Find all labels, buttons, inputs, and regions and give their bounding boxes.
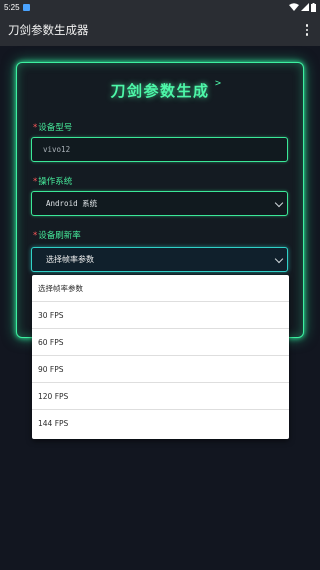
refresh-rate-select[interactable]: 选择帧率参数 xyxy=(31,247,288,272)
required-mark: * xyxy=(33,177,38,187)
os-label-text: 操作系统 xyxy=(38,177,73,187)
device-model-value: vivo12 xyxy=(43,145,71,154)
signal-icon xyxy=(301,3,309,11)
dropdown-option[interactable]: 60 FPS xyxy=(32,329,289,356)
os-selected-value: Android 系统 xyxy=(46,199,98,208)
chevron-down-icon xyxy=(274,254,284,264)
card-title: 刀剑参数生成 xyxy=(110,82,210,100)
title-arrow-icon: > xyxy=(215,78,222,89)
dropdown-option[interactable]: 120 FPS xyxy=(32,383,289,410)
more-options-icon[interactable] xyxy=(301,22,313,38)
os-select[interactable]: Android 系统 xyxy=(31,191,288,216)
app-bar: 刀剑参数生成器 xyxy=(0,14,320,46)
dropdown-option[interactable]: 144 FPS xyxy=(32,410,289,437)
status-time: 5:25 xyxy=(4,2,20,12)
status-bar: 5:25 xyxy=(0,0,320,14)
device-model-input[interactable]: vivo12 xyxy=(31,137,288,162)
chevron-down-icon xyxy=(274,198,284,208)
wifi-icon xyxy=(289,3,299,11)
device-model-label-text: 设备型号 xyxy=(38,123,73,133)
refresh-rate-label-text: 设备刷新率 xyxy=(38,231,81,241)
app-title: 刀剑参数生成器 xyxy=(8,23,89,37)
dropdown-option[interactable]: 选择帧率参数 xyxy=(32,275,289,302)
refresh-rate-label: *设备刷新率 xyxy=(33,229,81,241)
required-mark: * xyxy=(33,123,38,133)
dropdown-option[interactable]: 30 FPS xyxy=(32,302,289,329)
dropdown-option[interactable]: 90 FPS xyxy=(32,356,289,383)
os-label: *操作系统 xyxy=(33,175,72,187)
notification-icon xyxy=(22,3,30,11)
refresh-rate-selected-value: 选择帧率参数 xyxy=(46,255,94,264)
battery-icon xyxy=(311,2,316,12)
required-mark: * xyxy=(33,231,38,241)
device-model-label: *设备型号 xyxy=(33,121,72,133)
status-icons xyxy=(289,0,316,14)
refresh-rate-dropdown: 选择帧率参数 30 FPS 60 FPS 90 FPS 120 FPS 144 … xyxy=(32,275,289,439)
